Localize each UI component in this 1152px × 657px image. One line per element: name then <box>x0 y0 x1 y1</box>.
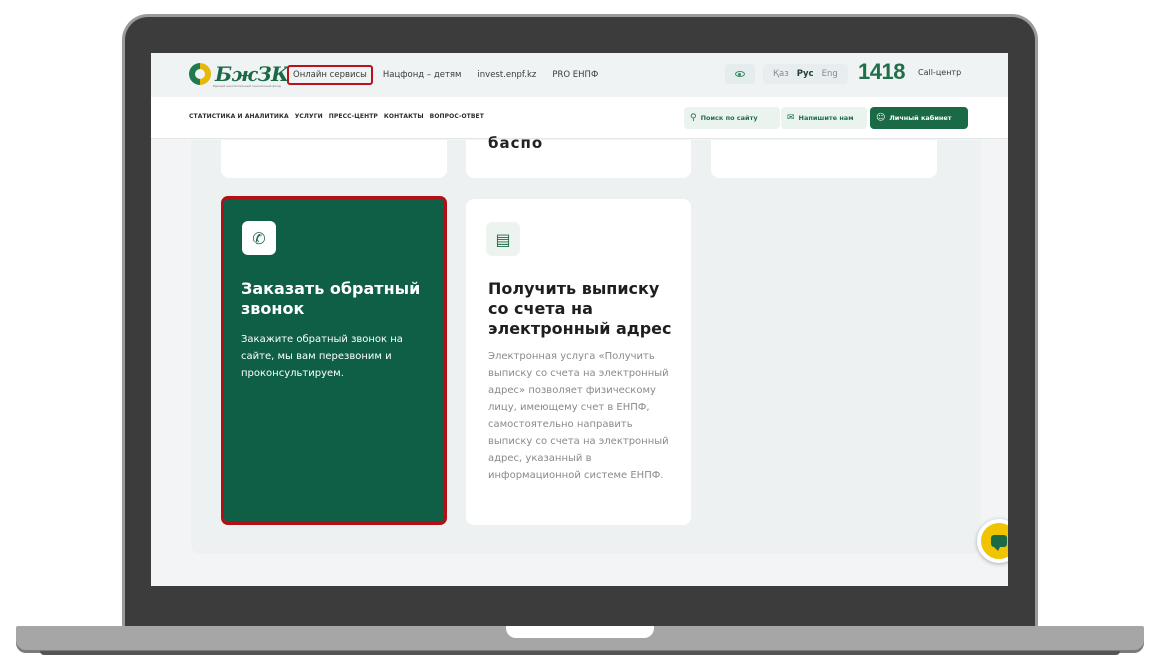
search-button[interactable]: ⚲ Поиск по сайту <box>684 107 780 129</box>
search-icon: ⚲ <box>690 113 697 123</box>
lang-kaz[interactable]: Қаз <box>773 69 789 79</box>
lang-eng[interactable]: Eng <box>822 69 838 79</box>
nav-contacts[interactable]: КОНТАКТЫ <box>384 113 424 120</box>
nav-invest[interactable]: invest.enpf.kz <box>477 70 536 80</box>
service-card-partial[interactable]: баспо <box>466 134 691 178</box>
personal-cabinet-button[interactable]: ☺ Личный кабинет <box>870 107 968 129</box>
top-nav: Онлайн сервисы Нацфонд – детям invest.en… <box>287 65 614 85</box>
callback-card[interactable]: ✆ Заказать обратный звонок Закажите обра… <box>221 196 447 525</box>
laptop-notch <box>506 626 654 638</box>
write-us-label: Напишите нам <box>798 114 854 122</box>
logo-text: БжЗК <box>215 62 289 86</box>
service-card-partial[interactable] <box>711 140 937 178</box>
nav-services[interactable]: УСЛУГИ <box>295 113 323 120</box>
chat-icon <box>991 535 1007 551</box>
header-top: БжЗК Единый накопительный пенсионный фон… <box>151 53 1008 97</box>
write-us-button[interactable]: ✉ Напишите нам <box>781 107 867 129</box>
services-grid: баспо ✆ Заказать обратный звонок Закажит… <box>191 134 981 554</box>
phone-icon: ✆ <box>242 221 276 255</box>
callback-description: Закажите обратный звонок на сайте, мы ва… <box>241 334 403 379</box>
statement-description: Электронная услуга «Получить выписку со … <box>488 351 669 481</box>
personal-cabinet-label: Личный кабинет <box>889 114 952 122</box>
nav-statistics[interactable]: СТАТИСТИКА И АНАЛИТИКА <box>189 113 289 120</box>
nav-natfund-children[interactable]: Нацфонд – детям <box>383 70 462 80</box>
laptop-foot <box>40 651 1120 655</box>
accessibility-button[interactable] <box>725 64 755 84</box>
service-card-partial[interactable] <box>221 140 447 178</box>
call-center-label: Call-центр <box>918 68 962 77</box>
document-icon: ▤ <box>486 222 520 256</box>
call-center-number[interactable]: 1418 <box>858 59 905 85</box>
nav-press-center[interactable]: ПРЕСС-ЦЕНТР <box>329 113 378 120</box>
lang-rus[interactable]: Рус <box>797 69 814 79</box>
language-switcher: Қаз Рус Eng <box>763 64 848 84</box>
search-button-label: Поиск по сайту <box>700 114 758 122</box>
statement-title: Получить выписку со счета на электронный… <box>488 279 672 338</box>
website-screen: БжЗК Единый накопительный пенсионный фон… <box>151 53 1008 586</box>
callback-title: Заказать обратный звонок <box>241 279 421 318</box>
logo-subtext: Единый накопительный пенсионный фонд <box>213 84 281 88</box>
main-nav: СТАТИСТИКА И АНАЛИТИКА УСЛУГИ ПРЕСС-ЦЕНТ… <box>189 113 490 120</box>
header-bottom: СТАТИСТИКА И АНАЛИТИКА УСЛУГИ ПРЕСС-ЦЕНТ… <box>151 97 1008 139</box>
nav-pro-enpf[interactable]: PRO ЕНПФ <box>552 70 598 80</box>
chat-button[interactable] <box>977 519 1008 563</box>
user-icon: ☺ <box>876 113 886 123</box>
partial-title: баспо <box>488 134 544 152</box>
nav-faq[interactable]: ВОПРОС-ОТВЕТ <box>430 113 484 120</box>
nav-online-services[interactable]: Онлайн сервисы <box>287 65 373 85</box>
eye-icon <box>735 71 745 77</box>
logo[interactable]: БжЗК <box>189 62 289 86</box>
message-icon: ✉ <box>787 113 795 123</box>
logo-mark-icon <box>189 63 211 85</box>
statement-card[interactable]: ▤ Получить выписку со счета на электронн… <box>466 199 691 525</box>
